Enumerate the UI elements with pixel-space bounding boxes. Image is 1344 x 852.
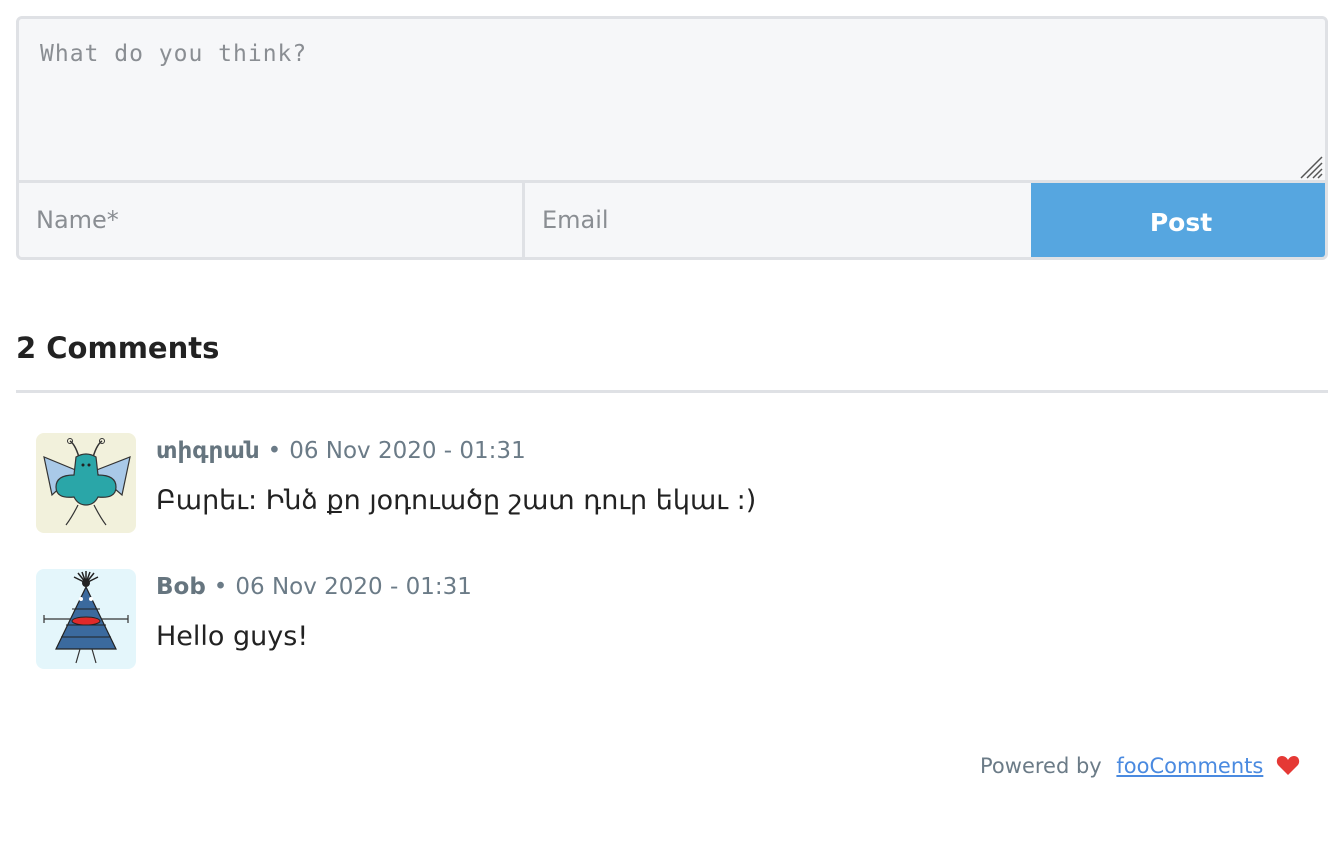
meta-separator: •	[213, 574, 228, 600]
triangle-creature-avatar-icon	[36, 569, 136, 669]
comment-body: Bob • 06 Nov 2020 - 01:31 Hello guys!	[156, 569, 472, 655]
name-field[interactable]	[19, 183, 522, 257]
comment-body: տիգրան • 06 Nov 2020 - 01:31 Բարեւ: Ինձ քո…	[156, 433, 756, 519]
footer: Powered by fooComments	[980, 754, 1300, 778]
resize-handle-icon[interactable]	[1297, 153, 1323, 179]
winged-creature-avatar-icon	[36, 433, 136, 533]
comment-item: տիգրան • 06 Nov 2020 - 01:31 Բարեւ: Ինձ քո…	[36, 433, 1328, 533]
comments-widget: Post 2 Comments	[16, 0, 1328, 669]
email-field[interactable]	[525, 183, 1028, 257]
meta-separator: •	[267, 438, 282, 464]
comment-item: Bob • 06 Nov 2020 - 01:31 Hello guys!	[36, 569, 1328, 669]
comment-text: Hello guys!	[156, 621, 309, 652]
comment-meta: Bob • 06 Nov 2020 - 01:31	[156, 569, 472, 605]
comment-textarea[interactable]	[19, 19, 1325, 180]
post-button[interactable]: Post	[1031, 183, 1325, 257]
comment-author[interactable]: Bob	[156, 574, 206, 600]
heart-icon	[1276, 756, 1300, 775]
comment-text: Բարեւ: Ինձ քո յօդուածը շատ դուր եկաւ :)	[156, 485, 757, 516]
comment-author[interactable]: տիգրան	[156, 438, 260, 464]
comment-timestamp: 06 Nov 2020 - 01:31	[235, 574, 472, 600]
powered-by-label: Powered by	[980, 754, 1102, 778]
comments-count-heading: 2 Comments	[16, 331, 220, 365]
foocomments-link[interactable]: fooComments	[1116, 754, 1263, 778]
comment-meta: տիգրան • 06 Nov 2020 - 01:31	[156, 433, 756, 469]
comment-form: Post	[16, 16, 1328, 260]
heading-divider	[16, 390, 1328, 393]
comment-list: տիգրան • 06 Nov 2020 - 01:31 Բարեւ: Ինձ քո…	[16, 433, 1328, 669]
comment-timestamp: 06 Nov 2020 - 01:31	[289, 438, 526, 464]
